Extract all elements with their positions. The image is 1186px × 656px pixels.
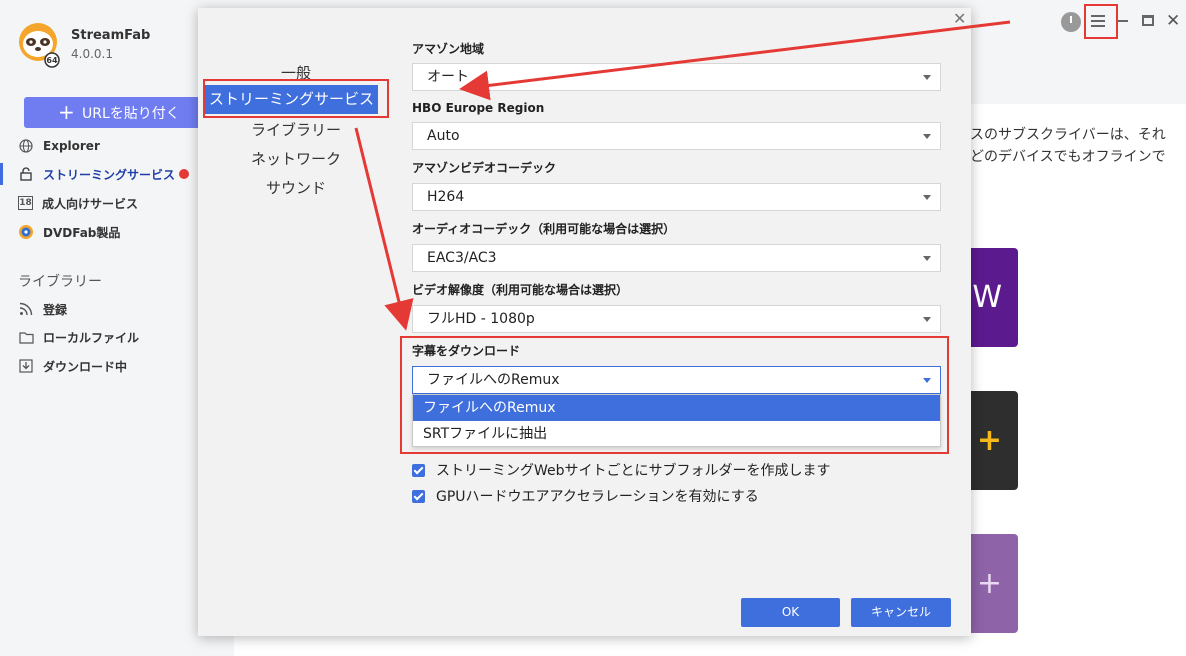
nav-label: Explorer — [43, 139, 100, 153]
nav-item-explorer[interactable]: Explorer — [18, 135, 100, 157]
streamfab-logo: 64 — [19, 23, 60, 68]
description-line: どのデバイスでもオフラインで — [970, 149, 1166, 165]
caret-down-icon — [923, 378, 931, 383]
select-value: ファイルへのRemux — [427, 372, 560, 388]
nav-item-streaming[interactable]: ストリーミングサービス — [18, 163, 190, 185]
nav-item-subscriptions[interactable]: 登録 — [18, 298, 67, 320]
caret-down-icon — [923, 75, 931, 80]
app-version: 4.0.0.1 — [71, 47, 113, 61]
age-18-icon: 18 — [18, 196, 33, 210]
svg-text:64: 64 — [46, 56, 58, 65]
service-tile[interactable]: + — [970, 534, 1018, 633]
nav-active-indicator — [0, 163, 3, 185]
lock-icon — [18, 166, 34, 182]
nav-label: ストリーミングサービス — [43, 167, 176, 182]
ok-button[interactable]: OK — [741, 598, 840, 627]
checkbox-checked[interactable] — [412, 489, 425, 503]
globe-icon — [18, 138, 34, 154]
service-tile[interactable]: + — [970, 391, 1018, 490]
settings-category-panel: 一般 ストリーミングサービス ライブラリー ネットワーク サウンド — [198, 8, 394, 636]
select-value: H264 — [427, 189, 465, 205]
nav-label: ダウンロード中 — [43, 359, 128, 374]
category-network[interactable]: ネットワーク — [198, 148, 394, 169]
tile-mark: + — [976, 566, 1002, 601]
dropdown-option[interactable]: SRTファイルに抽出 — [413, 421, 940, 447]
download-icon — [18, 358, 34, 374]
select-value: Auto — [427, 128, 460, 144]
field-label-audio-codec: オーディオコーデック（利用可能な場合は選択） — [412, 222, 676, 236]
maximize-icon[interactable] — [1142, 15, 1154, 26]
main-description: スのサブスクライバーは、それ どのデバイスでもオフラインで — [970, 124, 1186, 168]
menu-annotation-box — [1084, 4, 1118, 39]
app-name: StreamFab — [71, 28, 151, 43]
hbo-region-select[interactable]: Auto — [412, 122, 941, 150]
tile-mark: + — [976, 423, 1002, 458]
close-window-icon[interactable]: ✕ — [1166, 11, 1180, 31]
nav-label: DVDFab製品 — [43, 225, 121, 240]
video-resolution-select[interactable]: フルHD - 1080p — [412, 305, 941, 333]
category-annotation-box — [203, 79, 389, 118]
amazon-region-select[interactable]: オート — [412, 63, 941, 91]
history-icon[interactable] — [1061, 12, 1081, 32]
nav-label: ローカルファイル — [43, 330, 140, 345]
folder-icon — [18, 329, 34, 345]
checkbox-checked[interactable] — [412, 463, 425, 477]
select-value: EAC3/AC3 — [427, 250, 497, 266]
nav-item-local-files[interactable]: ローカルファイル — [18, 326, 139, 348]
video-codec-select[interactable]: H264 — [412, 183, 941, 211]
subfolder-checkbox-row[interactable]: ストリーミングWebサイトごとにサブフォルダーを作成します — [412, 461, 831, 479]
paste-url-button[interactable]: + URLを貼り付く — [24, 97, 204, 128]
dvdfab-icon — [18, 224, 34, 240]
service-tile[interactable]: W — [970, 248, 1018, 347]
nav-item-downloading[interactable]: ダウンロード中 — [18, 355, 127, 377]
category-sound[interactable]: サウンド — [198, 177, 394, 198]
nav-label: 登録 — [43, 302, 68, 317]
field-label-hbo-region: HBO Europe Region — [412, 101, 545, 115]
category-library[interactable]: ライブラリー — [198, 119, 394, 140]
close-dialog-icon[interactable]: ✕ — [953, 9, 966, 28]
description-line: スのサブスクライバーは、それ — [970, 127, 1166, 143]
caret-down-icon — [923, 195, 931, 200]
caret-down-icon — [923, 317, 931, 322]
paste-url-label: URLを貼り付く — [82, 105, 180, 122]
library-heading: ライブラリー — [18, 274, 102, 290]
tile-mark: W — [972, 280, 1002, 315]
cancel-button[interactable]: キャンセル — [851, 598, 951, 627]
new-badge — [179, 169, 190, 179]
subtitle-dropdown-list: ファイルへのRemux SRTファイルに抽出 — [412, 394, 941, 447]
checkbox-label: GPUハードウエアアクセラレーションを有効にする — [436, 489, 759, 505]
caret-down-icon — [923, 256, 931, 261]
minimize-icon[interactable] — [1117, 20, 1128, 22]
field-label-video-resolution: ビデオ解像度（利用可能な場合は選択） — [412, 283, 629, 297]
rss-icon — [18, 301, 34, 317]
select-value: オート — [427, 69, 469, 85]
select-value: フルHD - 1080p — [427, 311, 535, 327]
nav-label: 成人向けサービス — [42, 196, 139, 211]
checkbox-label: ストリーミングWebサイトごとにサブフォルダーを作成します — [436, 463, 831, 479]
settings-dialog: 一般 ストリーミングサービス ライブラリー ネットワーク サウンド ✕ アマゾン… — [198, 8, 971, 636]
dropdown-option[interactable]: ファイルへのRemux — [413, 395, 940, 421]
field-label-video-codec: アマゾンビデオコーデック — [412, 161, 557, 175]
gpu-checkbox-row[interactable]: GPUハードウエアアクセラレーションを有効にする — [412, 487, 759, 505]
audio-codec-select[interactable]: EAC3/AC3 — [412, 244, 941, 272]
plus-icon: + — [58, 100, 75, 124]
caret-down-icon — [923, 134, 931, 139]
field-label-subtitle-download: 字幕をダウンロード — [412, 344, 521, 358]
nav-item-adult[interactable]: 18 成人向けサービス — [18, 192, 138, 214]
nav-item-dvdfab[interactable]: DVDFab製品 — [18, 221, 120, 243]
field-label-amazon-region: アマゾン地域 — [412, 42, 485, 56]
subtitle-download-select[interactable]: ファイルへのRemux — [412, 366, 941, 394]
